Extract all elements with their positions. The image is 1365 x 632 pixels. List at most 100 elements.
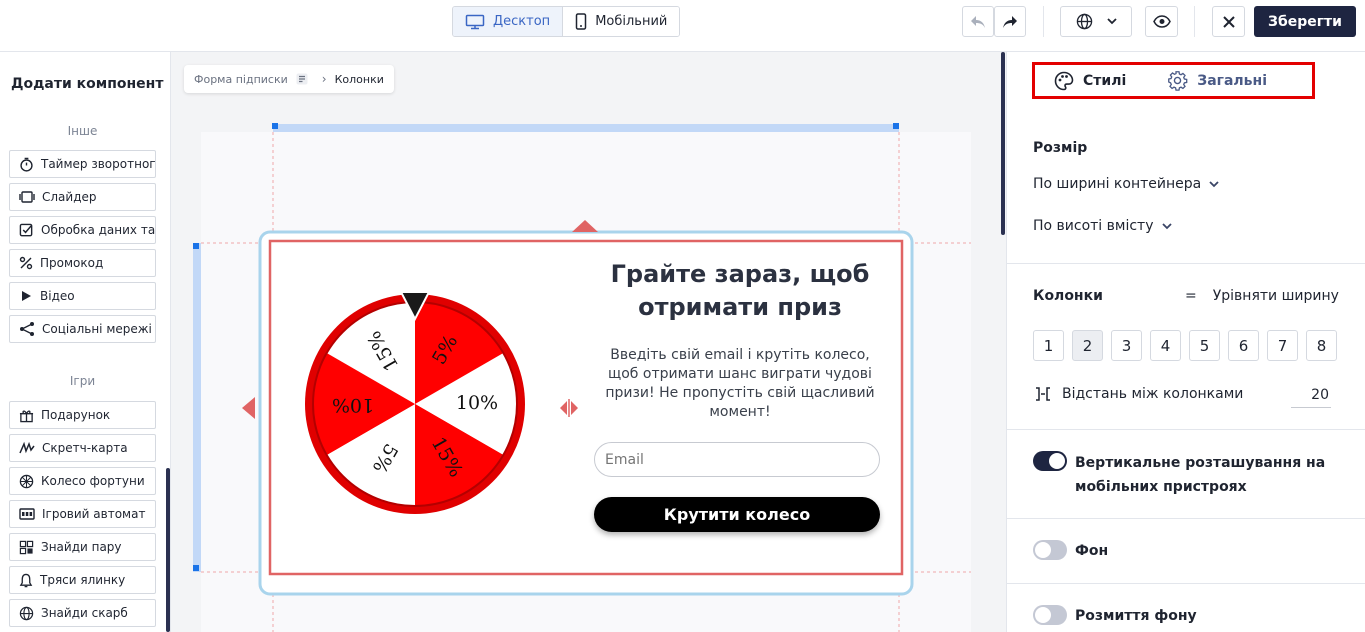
globe-icon xyxy=(19,606,34,620)
mobile-view-label: Мобільний xyxy=(595,14,668,29)
component-item-label: Промокод xyxy=(40,256,104,270)
background-blur-label: Розмиття фону xyxy=(1075,608,1197,624)
top-toolbar: Десктоп Мобільний Зберегти xyxy=(0,0,1365,52)
tab-general[interactable]: Загальні xyxy=(1167,70,1267,91)
column-count-3[interactable]: 3 xyxy=(1111,330,1142,361)
sidebar-scrollbar[interactable] xyxy=(166,468,170,632)
timer-icon xyxy=(20,157,33,172)
selection-handle[interactable] xyxy=(193,243,199,249)
component-item-shake-tree[interactable]: Тряси ялинку xyxy=(9,566,156,594)
resize-handle-left[interactable] xyxy=(242,397,255,419)
background-blur-toggle[interactable] xyxy=(1033,605,1067,625)
component-item-social[interactable]: Соціальні мережі xyxy=(9,315,156,343)
equals-icon: = xyxy=(1185,288,1197,304)
bell-icon xyxy=(19,573,33,587)
selection-handle[interactable] xyxy=(272,123,278,129)
column-count-1[interactable]: 1 xyxy=(1033,330,1064,361)
language-select[interactable] xyxy=(1060,6,1132,37)
desktop-view-button[interactable]: Десктоп xyxy=(453,7,564,36)
columns-align-select[interactable]: = Урівняти ширину xyxy=(1185,288,1339,304)
component-item-timer[interactable]: Таймер зворотного відліку xyxy=(9,150,156,178)
canvas-scrollbar[interactable] xyxy=(1001,52,1005,235)
close-button[interactable] xyxy=(1212,6,1245,37)
preview-button[interactable] xyxy=(1145,6,1178,37)
column-count-8[interactable]: 8 xyxy=(1306,330,1337,361)
redo-button[interactable] xyxy=(994,6,1026,37)
toolbar-divider xyxy=(1194,6,1195,37)
selection-overlay xyxy=(193,123,971,632)
scratch-icon xyxy=(19,441,35,454)
spin-wheel-button[interactable]: Крутити колесо xyxy=(594,497,880,532)
component-item-scratch[interactable]: Скретч-карта xyxy=(9,434,156,462)
panel-tabs: Стилі Загальні xyxy=(1032,62,1315,99)
component-item-label: Скретч-карта xyxy=(42,441,128,455)
undo-icon xyxy=(971,15,985,28)
background-toggle[interactable] xyxy=(1033,540,1067,560)
mobile-view-button[interactable]: Мобільний xyxy=(563,7,680,36)
tab-general-label: Загальні xyxy=(1197,72,1267,89)
component-item-slider[interactable]: Слайдер xyxy=(9,183,156,211)
popup-title: Грайте зараз, щоб отримати приз xyxy=(610,260,870,321)
size-section-title: Розмір xyxy=(1033,140,1088,156)
wheel-segment-label: 10% xyxy=(332,394,374,416)
tab-styles-label: Стилі xyxy=(1083,72,1127,89)
popup-description: Введіть свій email і крутіть колесо, щоб… xyxy=(605,347,875,420)
gift-icon xyxy=(19,410,34,422)
component-item-label: Слайдер xyxy=(42,190,97,204)
desktop-icon xyxy=(465,14,485,29)
panel-divider xyxy=(1007,429,1365,430)
column-count-5[interactable]: 5 xyxy=(1189,330,1220,361)
component-item-label: Обробка даних та згода xyxy=(41,223,156,237)
columns-section-title: Колонки xyxy=(1033,288,1103,304)
component-item-promocode[interactable]: Промокод xyxy=(9,249,156,277)
slider-icon xyxy=(19,191,35,203)
eye-icon xyxy=(1152,15,1171,28)
component-item-label: Ігровий автомат xyxy=(42,507,146,521)
component-item-slot-machine[interactable]: Ігровий автомат xyxy=(9,500,156,528)
component-item-gift[interactable]: Подарунок xyxy=(9,401,156,429)
desktop-view-label: Десктоп xyxy=(493,14,551,29)
column-gap-icon xyxy=(1036,387,1050,401)
width-select-value: По ширині контейнера xyxy=(1033,176,1202,192)
play-icon xyxy=(22,291,31,301)
width-select[interactable]: По ширині контейнера xyxy=(1033,176,1219,192)
palette-icon xyxy=(1054,71,1074,90)
column-count-7[interactable]: 7 xyxy=(1267,330,1298,361)
checkbox-icon xyxy=(19,223,33,236)
column-count-4[interactable]: 4 xyxy=(1150,330,1181,361)
gear-icon xyxy=(1168,71,1188,91)
component-item-video[interactable]: Відео xyxy=(9,282,156,310)
save-button[interactable]: Зберегти xyxy=(1254,6,1356,37)
undo-button[interactable] xyxy=(962,6,994,37)
column-count-2[interactable]: 2 xyxy=(1072,330,1103,361)
panel-divider xyxy=(1007,263,1365,264)
height-select[interactable]: По висоті вмісту xyxy=(1033,218,1172,234)
height-select-value: По висоті вмісту xyxy=(1033,218,1154,234)
column-count-6[interactable]: 6 xyxy=(1228,330,1259,361)
tab-styles[interactable]: Стилі xyxy=(1054,71,1126,91)
vertical-mobile-toggle[interactable] xyxy=(1033,451,1067,471)
vertical-mobile-label: Вертикальне розташування на мобільних пр… xyxy=(1075,455,1326,495)
fortune-wheel[interactable]: 5%10%15%5%10%15% xyxy=(303,290,529,520)
component-item-label: Таймер зворотного відліку xyxy=(41,157,156,171)
selection-handle[interactable] xyxy=(893,123,899,129)
resize-handle-top[interactable] xyxy=(572,220,598,232)
chevron-down-icon xyxy=(1161,222,1172,229)
component-item-label: Колесо фортуни xyxy=(41,474,145,488)
component-item-consent[interactable]: Обробка даних та згода xyxy=(9,216,156,244)
component-item-treasure[interactable]: Знайди скарб xyxy=(9,599,156,627)
component-item-label: Знайди пару xyxy=(41,540,122,554)
columns-align-value: Урівняти ширину xyxy=(1212,288,1339,304)
component-item-wheel[interactable]: Колесо фортуни xyxy=(9,467,156,495)
settings-panel: Стилі Загальні Розмір По ширині контейне… xyxy=(1006,52,1365,632)
outer-selection-top xyxy=(273,124,899,132)
selection-handle[interactable] xyxy=(193,565,199,571)
device-switch: Десктоп Мобільний xyxy=(452,6,681,37)
column-gap-input[interactable]: 20 xyxy=(1291,384,1331,408)
panel-divider xyxy=(1007,518,1365,519)
component-item-find-pair[interactable]: Знайди пару xyxy=(9,533,156,561)
toolbar-divider xyxy=(1043,6,1044,37)
toggle-knob xyxy=(1035,607,1051,623)
email-input[interactable] xyxy=(594,442,880,477)
grid-icon xyxy=(19,540,34,554)
